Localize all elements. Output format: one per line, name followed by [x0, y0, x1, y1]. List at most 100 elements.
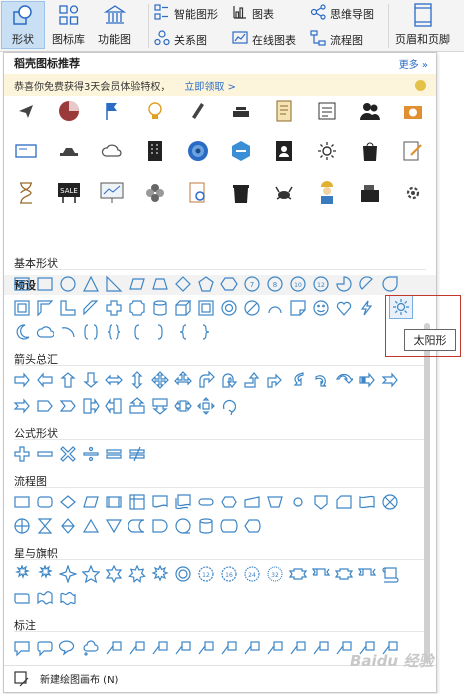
shape-dwave-icon[interactable]	[59, 589, 77, 607]
shape-button[interactable]: 形状	[1, 1, 45, 49]
shape-hex-icon[interactable]	[220, 275, 238, 293]
shape-cube-icon[interactable]	[174, 299, 192, 317]
shape-bracketpair-icon[interactable]	[82, 323, 100, 341]
shape-anotch-icon[interactable]	[13, 397, 31, 415]
shape-lshape-icon[interactable]	[59, 299, 77, 317]
search-doc-icon[interactable]	[186, 181, 210, 205]
shape-rbrace-icon[interactable]	[197, 323, 215, 341]
relation-button[interactable]: 关系图	[154, 30, 207, 49]
office-building-icon[interactable]	[143, 139, 167, 163]
shape-hept-icon[interactable]: 7	[243, 275, 261, 293]
shopping-bag-icon[interactable]	[358, 139, 382, 163]
shape-fdelay-icon[interactable]	[151, 517, 169, 535]
shape-cRect-icon[interactable]	[13, 639, 31, 657]
shape-fold-icon[interactable]	[289, 299, 307, 317]
pie-chart-icon[interactable]	[57, 99, 81, 123]
crab-icon[interactable]	[272, 181, 296, 205]
shape-rbracket-icon[interactable]	[151, 323, 169, 341]
shape-donut-icon[interactable]	[220, 299, 238, 317]
contact-card-icon[interactable]	[272, 139, 296, 163]
shape-tear-icon[interactable]	[381, 275, 399, 293]
shape-oct-icon[interactable]: 8	[266, 275, 284, 293]
shape-cRRect-icon[interactable]	[36, 639, 54, 657]
shape-fextract-icon[interactable]	[82, 517, 100, 535]
shape-eminus-icon[interactable]	[36, 445, 54, 463]
shape-s10-icon[interactable]	[174, 565, 192, 583]
shape-s12-icon[interactable]: 12	[197, 565, 215, 583]
shape-lbrace-icon[interactable]	[174, 323, 192, 341]
shape-s32-icon[interactable]: 32	[266, 565, 284, 583]
shape-fint-icon[interactable]	[128, 493, 146, 511]
flowchart-button[interactable]: 流程图	[310, 30, 363, 49]
edit-note-icon[interactable]	[401, 139, 425, 163]
shape-fmdoc-icon[interactable]	[174, 493, 192, 511]
lightbulb-icon[interactable]	[143, 99, 167, 123]
shape-fsum-icon[interactable]	[381, 493, 399, 511]
shape-s5-icon[interactable]	[82, 565, 100, 583]
shape-ad-icon[interactable]	[82, 371, 100, 389]
shape-tri-icon[interactable]	[82, 275, 100, 293]
flag-icon[interactable]	[100, 99, 124, 123]
shape-cCloud-icon[interactable]	[82, 639, 100, 657]
shape-fterm-icon[interactable]	[197, 493, 215, 511]
shape-fdisp-icon[interactable]	[243, 517, 261, 535]
shape-can-icon[interactable]	[151, 299, 169, 317]
shape-callR-icon[interactable]	[82, 397, 100, 415]
shape-diagstripe-icon[interactable]	[82, 299, 100, 317]
cash-register-icon[interactable]	[358, 181, 382, 205]
shape-plus-icon[interactable]	[105, 299, 123, 317]
shape-foff-icon[interactable]	[312, 493, 330, 511]
shape-callD-icon[interactable]	[151, 397, 169, 415]
cook-icon[interactable]	[229, 99, 253, 123]
sun-small-icon[interactable]	[315, 139, 339, 163]
shape-abu-icon[interactable]	[266, 371, 284, 389]
promo-claim-link[interactable]: 立即领取 >	[184, 78, 236, 93]
plane-icon[interactable]	[14, 99, 38, 123]
card-icon[interactable]	[14, 139, 38, 163]
shape-circarrow-icon[interactable]	[220, 397, 238, 415]
iconlib-button[interactable]: 图标库	[52, 2, 85, 47]
worker-icon[interactable]	[315, 181, 339, 205]
shape-eneq-icon[interactable]	[128, 445, 146, 463]
shape-arc-icon[interactable]	[266, 299, 284, 317]
shape-chevron-icon[interactable]	[59, 397, 77, 415]
shape-cLine-icon[interactable]	[174, 639, 192, 657]
shape-frame-icon[interactable]	[13, 299, 31, 317]
pen-icon[interactable]	[186, 99, 210, 123]
header-footer-button[interactable]: 页眉和页脚	[395, 2, 450, 47]
shape-s4-icon[interactable]	[59, 565, 77, 583]
shape-textbox-icon[interactable]	[13, 275, 31, 293]
shape-s8-icon[interactable]	[151, 565, 169, 583]
shape-cLine-icon[interactable]	[197, 639, 215, 657]
shape-alu-icon[interactable]	[243, 371, 261, 389]
shape-hscroll-icon[interactable]	[13, 589, 31, 607]
presentation-icon[interactable]	[100, 181, 124, 205]
shape-arcline-icon[interactable]	[59, 323, 77, 341]
shape-rect-icon[interactable]	[36, 275, 54, 293]
users-icon[interactable]	[358, 99, 382, 123]
shape-heart-icon[interactable]	[335, 299, 353, 317]
hourglass-icon[interactable]	[14, 181, 38, 205]
shape-s7-icon[interactable]	[128, 565, 146, 583]
camera-icon[interactable]	[401, 99, 425, 123]
shape-ribbon-icon[interactable]	[335, 565, 353, 583]
shape-fdec-icon[interactable]	[59, 493, 77, 511]
shape-ribbon2-icon[interactable]	[312, 565, 330, 583]
shape-cLine-icon[interactable]	[312, 639, 330, 657]
shape-cLine-icon[interactable]	[266, 639, 284, 657]
shape-cloud-icon[interactable]	[36, 323, 54, 341]
shape-trap-icon[interactable]	[151, 275, 169, 293]
shape-ribbon2-icon[interactable]	[358, 565, 376, 583]
shape-lbracket-icon[interactable]	[128, 323, 146, 341]
shape-aud-icon[interactable]	[128, 371, 146, 389]
shape-fcoll-icon[interactable]	[36, 517, 54, 535]
shape-plaque-icon[interactable]	[128, 299, 146, 317]
shape-s6-icon[interactable]	[105, 565, 123, 583]
smart-graphic-button[interactable]: 智能图形	[154, 4, 218, 23]
shape-fmop-icon[interactable]	[266, 493, 284, 511]
shape-halfframe-icon[interactable]	[36, 299, 54, 317]
shape-fprep-icon[interactable]	[220, 493, 238, 511]
document-icon[interactable]	[272, 99, 296, 123]
shape-dodec-icon[interactable]: 12	[312, 275, 330, 293]
shape-chord-icon[interactable]	[358, 275, 376, 293]
